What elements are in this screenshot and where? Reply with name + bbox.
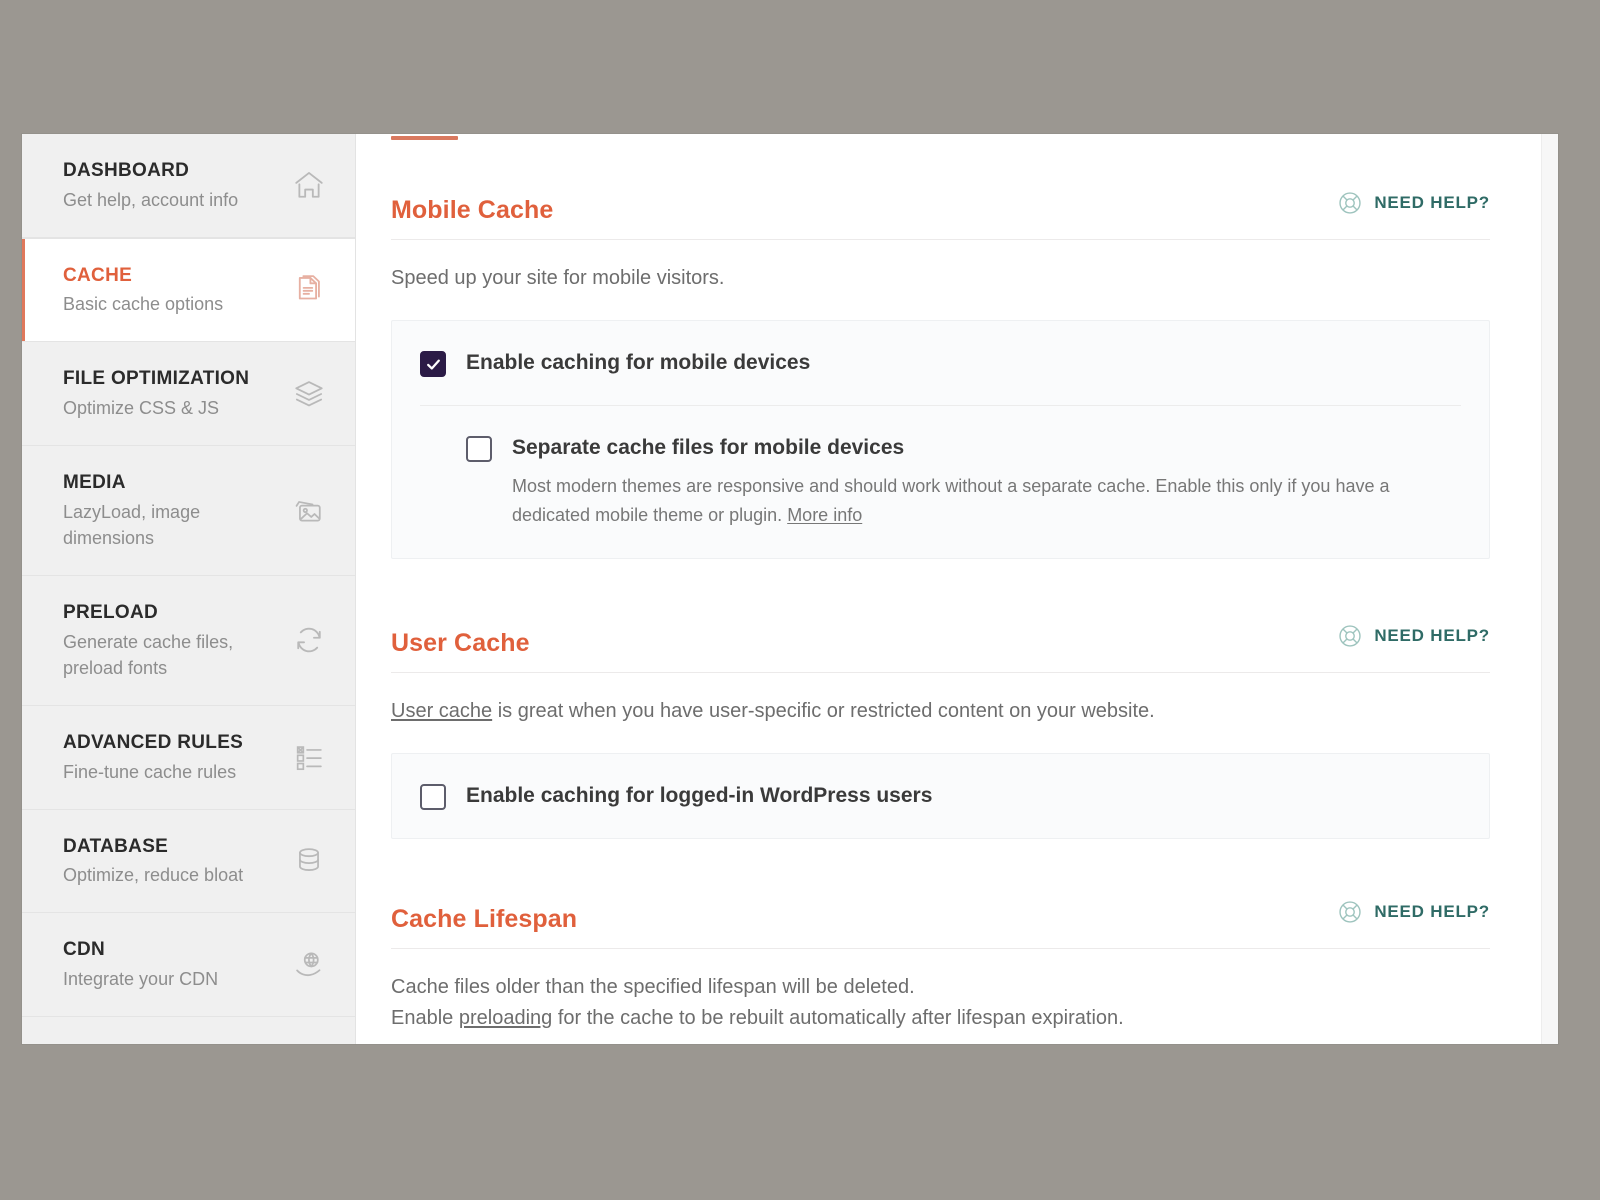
- sidebar-item-text: DASHBOARD Get help, account info: [63, 158, 238, 213]
- section-spacer: [391, 839, 1490, 901]
- section-title-user-cache: User Cache: [391, 629, 530, 658]
- sidebar-item-title: CACHE: [63, 263, 223, 289]
- checkbox-logged-in-caching[interactable]: [420, 784, 446, 810]
- settings-content: Mobile Cache NEED HELP? Speed up your si…: [356, 134, 1558, 1044]
- sidebar-item-title: FILE OPTIMIZATION: [63, 366, 249, 392]
- user-cache-link[interactable]: User cache: [391, 700, 492, 722]
- sidebar-item-file-optimization[interactable]: FILE OPTIMIZATION Optimize CSS & JS: [22, 342, 355, 446]
- sidebar-item-text: FILE OPTIMIZATION Optimize CSS & JS: [63, 366, 249, 421]
- sidebar-item-cdn[interactable]: CDN Integrate your CDN: [22, 913, 355, 1017]
- cdn-globe-icon: [289, 945, 329, 985]
- mobile-cache-options-card: Enable caching for mobile devices Separa…: [391, 320, 1490, 559]
- section-mobile-cache: Mobile Cache NEED HELP? Speed up your si…: [391, 192, 1490, 559]
- section-header: Mobile Cache NEED HELP?: [391, 192, 1490, 240]
- option-body: Separate cache files for mobile devices …: [512, 434, 1447, 530]
- sidebar-item-title: CDN: [63, 937, 218, 963]
- images-icon: [289, 491, 329, 531]
- sidebar-item-subtitle: LazyLoad, image dimensions: [63, 499, 279, 551]
- need-help-label: NEED HELP?: [1374, 193, 1490, 213]
- sidebar-item-subtitle: Generate cache files, preload fonts: [63, 629, 279, 681]
- sidebar-item-dashboard[interactable]: DASHBOARD Get help, account info: [22, 134, 355, 238]
- layers-icon: [289, 374, 329, 414]
- refresh-icon: [289, 620, 329, 660]
- sidebar-item-text: ADVANCED RULES Fine-tune cache rules: [63, 730, 243, 785]
- sidebar-item-advanced-rules[interactable]: ADVANCED RULES Fine-tune cache rules: [22, 706, 355, 810]
- sidebar-item-cache[interactable]: CACHE Basic cache options: [22, 238, 355, 343]
- lifebuoy-icon: [1337, 899, 1363, 925]
- need-help-link-cache-lifespan[interactable]: NEED HELP?: [1337, 899, 1490, 925]
- option-body: Enable caching for mobile devices: [466, 349, 810, 376]
- section-user-cache: User Cache NEED HELP? User cache is grea…: [391, 625, 1490, 839]
- sidebar-item-subtitle: Optimize, reduce bloat: [63, 862, 243, 888]
- preloading-link[interactable]: preloading: [459, 1007, 552, 1029]
- option-label-logged-in-caching[interactable]: Enable caching for logged-in WordPress u…: [466, 784, 932, 807]
- sidebar-item-subtitle: Integrate your CDN: [63, 966, 218, 992]
- sidebar-item-text: MEDIA LazyLoad, image dimensions: [63, 470, 279, 551]
- lifebuoy-icon: [1337, 623, 1363, 649]
- active-tab-indicator: [391, 136, 458, 140]
- sidebar-item-title: ADVANCED RULES: [63, 730, 243, 756]
- option-description-separate-mobile-cache: Most modern themes are responsive and sh…: [512, 472, 1447, 530]
- sidebar-item-title: PRELOAD: [63, 600, 279, 626]
- option-description-text: Most modern themes are responsive and sh…: [512, 476, 1390, 525]
- home-icon: [289, 165, 329, 205]
- sidebar-navigation: DASHBOARD Get help, account info CACHE B…: [22, 134, 356, 1044]
- checklist-icon: [289, 737, 329, 777]
- need-help-link-user-cache[interactable]: NEED HELP?: [1337, 623, 1490, 649]
- sidebar-item-media[interactable]: MEDIA LazyLoad, image dimensions: [22, 446, 355, 576]
- option-label-enable-mobile-caching[interactable]: Enable caching for mobile devices: [466, 351, 810, 374]
- settings-main-panel: Mobile Cache NEED HELP? Speed up your si…: [356, 134, 1558, 1044]
- sidebar-item-title: DASHBOARD: [63, 158, 238, 184]
- option-label-separate-mobile-cache[interactable]: Separate cache files for mobile devices: [512, 436, 904, 459]
- lifespan-description-prefix: Enable: [391, 1007, 459, 1029]
- need-help-label: NEED HELP?: [1374, 902, 1490, 922]
- section-header: Cache Lifespan NEED HELP?: [391, 901, 1490, 949]
- sidebar-item-text: CACHE Basic cache options: [63, 263, 223, 318]
- lifebuoy-icon: [1337, 190, 1363, 216]
- need-help-link-mobile-cache[interactable]: NEED HELP?: [1337, 190, 1490, 216]
- option-body: Enable caching for logged-in WordPress u…: [466, 782, 932, 809]
- section-title-cache-lifespan: Cache Lifespan: [391, 905, 577, 934]
- lifespan-description-suffix: for the cache to be rebuilt automaticall…: [552, 1007, 1123, 1029]
- user-cache-options-card: Enable caching for logged-in WordPress u…: [391, 753, 1490, 839]
- checkbox-separate-mobile-cache[interactable]: [466, 436, 492, 462]
- sidebar-item-subtitle: Basic cache options: [63, 291, 223, 317]
- sidebar-item-text: CDN Integrate your CDN: [63, 937, 218, 992]
- sidebar-item-title: MEDIA: [63, 470, 279, 496]
- section-description-cache-lifespan: Cache files older than the specified lif…: [391, 972, 1490, 1034]
- database-icon: [289, 841, 329, 881]
- lifespan-description-line1: Cache files older than the specified lif…: [391, 976, 915, 998]
- more-info-link[interactable]: More info: [787, 505, 862, 525]
- sidebar-item-text: PRELOAD Generate cache files, preload fo…: [63, 600, 279, 681]
- section-title-mobile-cache: Mobile Cache: [391, 196, 553, 225]
- option-row-separate-mobile-cache: Separate cache files for mobile devices …: [420, 405, 1461, 558]
- sidebar-item-title: DATABASE: [63, 834, 243, 860]
- section-description-mobile-cache: Speed up your site for mobile visitors.: [391, 263, 1490, 294]
- checkmark-icon: [425, 356, 442, 373]
- sidebar-item-database[interactable]: DATABASE Optimize, reduce bloat: [22, 810, 355, 914]
- section-cache-lifespan: Cache Lifespan NEED HELP? Cache files ol…: [391, 901, 1490, 1044]
- need-help-label: NEED HELP?: [1374, 626, 1490, 646]
- option-row-enable-mobile-caching: Enable caching for mobile devices: [420, 321, 1461, 405]
- section-header: User Cache NEED HELP?: [391, 625, 1490, 673]
- sidebar-item-text: DATABASE Optimize, reduce bloat: [63, 834, 243, 889]
- sidebar-item-preload[interactable]: PRELOAD Generate cache files, preload fo…: [22, 576, 355, 706]
- option-row-logged-in-caching: Enable caching for logged-in WordPress u…: [420, 754, 1461, 838]
- document-icon: [289, 270, 329, 310]
- sidebar-item-subtitle: Fine-tune cache rules: [63, 759, 243, 785]
- user-cache-description-suffix: is great when you have user-specific or …: [492, 700, 1155, 722]
- sidebar-item-subtitle: Optimize CSS & JS: [63, 395, 249, 421]
- sidebar-item-subtitle: Get help, account info: [63, 187, 238, 213]
- section-description-user-cache: User cache is great when you have user-s…: [391, 696, 1490, 727]
- section-spacer: [391, 559, 1490, 625]
- checkbox-enable-mobile-caching[interactable]: [420, 351, 446, 377]
- vertical-scrollbar[interactable]: [1541, 134, 1558, 1044]
- plugin-settings-window: DASHBOARD Get help, account info CACHE B…: [22, 134, 1558, 1044]
